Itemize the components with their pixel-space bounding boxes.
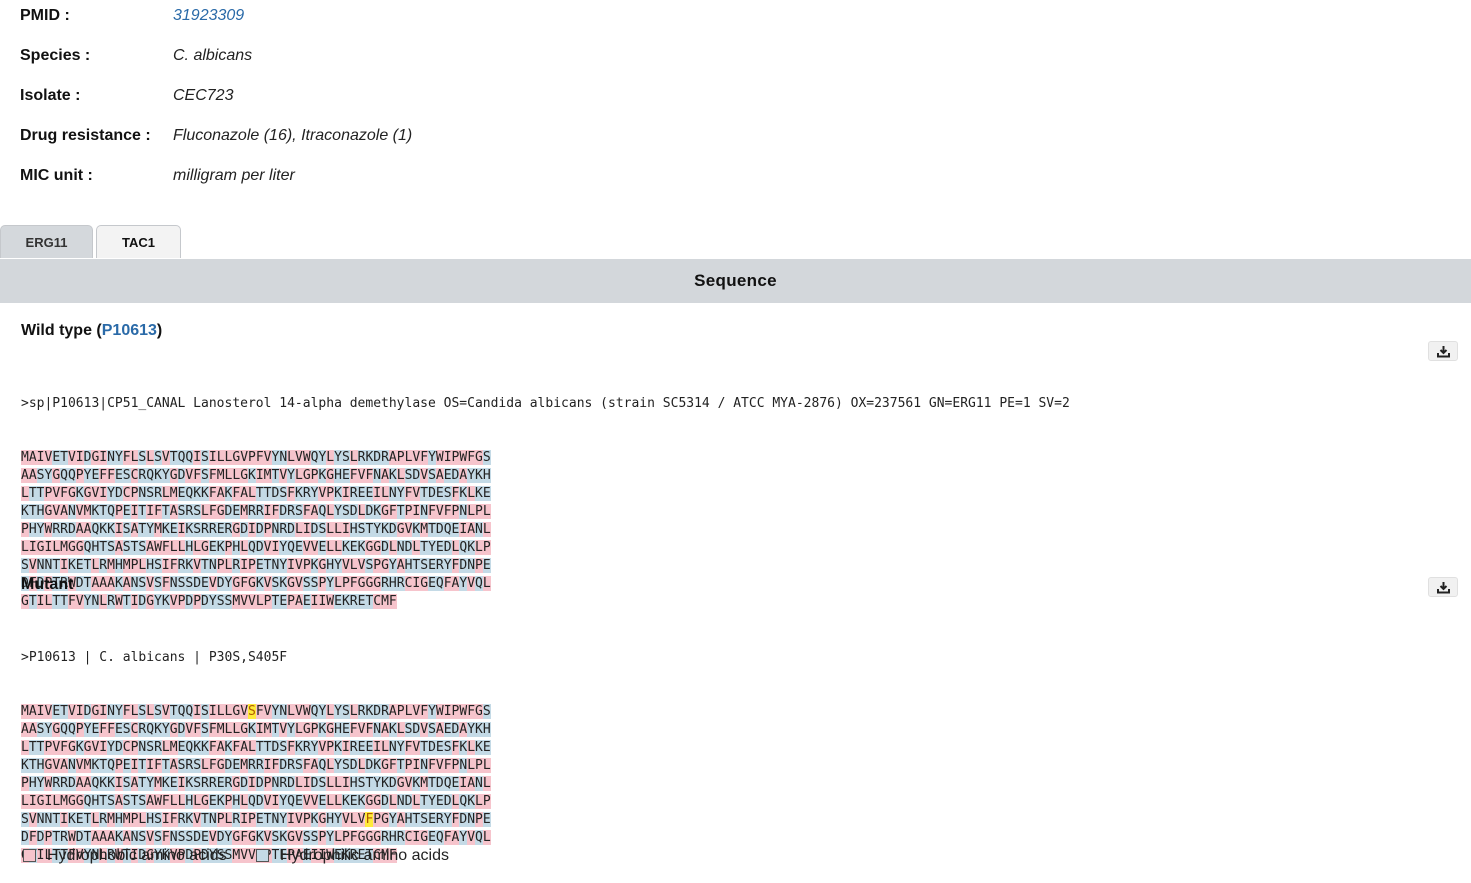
wild-type-sequence-line: MAIVETVIDGINYFLSLSVTQQISILLGVPFVYNLVWQYL… xyxy=(21,450,491,465)
hydrophilic-swatch xyxy=(256,849,269,862)
wild-type-sequence: >sp|P10613|CP51_CANAL Lanosterol 14-alph… xyxy=(21,359,1070,629)
mutant-sequence-line: DFDPTRWDTAAAKANSVSFNSSDEVDYGFGKVSKGVSSPY… xyxy=(21,830,491,845)
tab-tac1[interactable]: TAC1 xyxy=(96,225,181,258)
mutant-sequence-line: LIGILMGGQHTSASTSAWFLLHLGEKPHLQDVIYQEVVEL… xyxy=(21,794,491,809)
mic-unit-value: milligram per liter xyxy=(173,167,295,184)
mutant-sequence-line: AASYGQQPYEFFESCRQKYGDVFSFMLLGKIMTVYLGPKG… xyxy=(21,722,491,737)
wild-type-sequence-line: KTHGVANVMKTQPEITIFTASRSLFGDEMRRIFDRSFAQL… xyxy=(21,504,491,519)
wild-type-sequence-line: LTTPVFGKGVIYDCPNSRLMEQKKFAKFALTTDSFKRYVP… xyxy=(21,486,491,501)
mutant-download-button[interactable] xyxy=(1428,577,1458,597)
species-value: C. albicans xyxy=(173,47,253,64)
sequence-section-header: Sequence xyxy=(0,259,1471,303)
mutant-sequence: >P10613 | C. albicans | P30S,S405F MAIVE… xyxy=(21,613,491,883)
isolate-value: CEC723 xyxy=(173,87,234,104)
isolate-label: Isolate : xyxy=(20,87,81,104)
species-label: Species : xyxy=(20,47,91,64)
mutant-sequence-line: PHYWRRDAAQKKISATYMKEIKSRRERGDIDPNRDLIDSL… xyxy=(21,776,491,791)
wild-type-title-suffix: ) xyxy=(156,322,163,339)
pmid-label: PMID : xyxy=(20,7,70,24)
download-icon xyxy=(1437,582,1450,594)
wild-type-sequence-line: DFDPTRWDTAAAKANSVSFNSSDEVDYGFGKVSKGVSSPY… xyxy=(21,576,491,591)
hydrophobic-label: Hydrophobic amino acids xyxy=(47,847,227,864)
mutant-sequence-line: MAIVETVIDGINYFLSLSVTQQISILLGVSFVYNLVWQYL… xyxy=(21,704,491,719)
wild-type-sequence-line: PHYWRRDAAQKKISATYMKEIKSRRERGDIDPNRDLIDSL… xyxy=(21,522,491,537)
download-icon xyxy=(1437,346,1450,358)
mutant-sequence-line: LTTPVFGKGVIYDCPNSRLMEQKKFAKFALTTDSFKRYVP… xyxy=(21,740,491,755)
pmid-row: PMID : 31923309 xyxy=(20,0,720,40)
mutant-title: Mutant xyxy=(21,576,74,593)
mutant-sequence-line: SVNNTIKETLRMHMPLHSIFRKVTNPLRIPETNYIVPKGH… xyxy=(21,812,491,827)
hydrophobic-swatch xyxy=(23,849,36,862)
wild-type-sequence-line: AASYGQQPYEFFESCRQKYGDVFSFMLLGKIMTVYLGPKG… xyxy=(21,468,491,483)
hydrophilic-label: Hydrophilic amino acids xyxy=(280,847,449,864)
species-row: Species : C. albicans xyxy=(20,40,720,80)
wild-type-sequence-line: LIGILMGGQHTSASTSAWFLLHLGEKPHLQDVIYQEVVEL… xyxy=(21,540,491,555)
mic-unit-label: MIC unit : xyxy=(20,167,93,184)
wild-type-sequence-line: GTILTTFVYNLRWTIDGYKVPDPDYSSMVVLPTEPAEIIW… xyxy=(21,594,397,609)
mutant-fasta-header: >P10613 | C. albicans | P30S,S405F xyxy=(21,650,288,665)
drug-resistance-row: Drug resistance : Fluconazole (16), Itra… xyxy=(20,120,720,160)
drug-resistance-value: Fluconazole (16), Itraconazole (1) xyxy=(173,127,413,144)
mutant-sequence-lines: MAIVETVIDGINYFLSLSVTQQISILLGVSFVYNLVWQYL… xyxy=(21,703,491,865)
wild-type-title: Wild type (P10613) xyxy=(21,322,162,340)
drug-resistance-label: Drug resistance : xyxy=(20,127,151,144)
mic-unit-row: MIC unit : milligram per liter xyxy=(20,160,720,200)
wild-type-fasta-header: >sp|P10613|CP51_CANAL Lanosterol 14-alph… xyxy=(21,396,1070,411)
mutant-sequence-line: KTHGVANVMKTQPEITIFTASRSLFGDEMRRIFDRSFAQL… xyxy=(21,758,491,773)
tab-erg11[interactable]: ERG11 xyxy=(0,225,93,258)
wild-type-sequence-line: SVNNTIKETLRMHMPLHSIFRKVTNPLRIPETNYIVPKGH… xyxy=(21,558,491,573)
wild-type-download-button[interactable] xyxy=(1428,341,1458,361)
wild-type-accession-link[interactable]: P10613 xyxy=(102,322,157,339)
wild-type-sequence-lines: MAIVETVIDGINYFLSLSVTQQISILLGVPFVYNLVWQYL… xyxy=(21,449,1070,611)
isolate-row: Isolate : CEC723 xyxy=(20,80,720,120)
pmid-link[interactable]: 31923309 xyxy=(173,7,244,25)
wild-type-title-prefix: Wild type ( xyxy=(21,322,102,339)
